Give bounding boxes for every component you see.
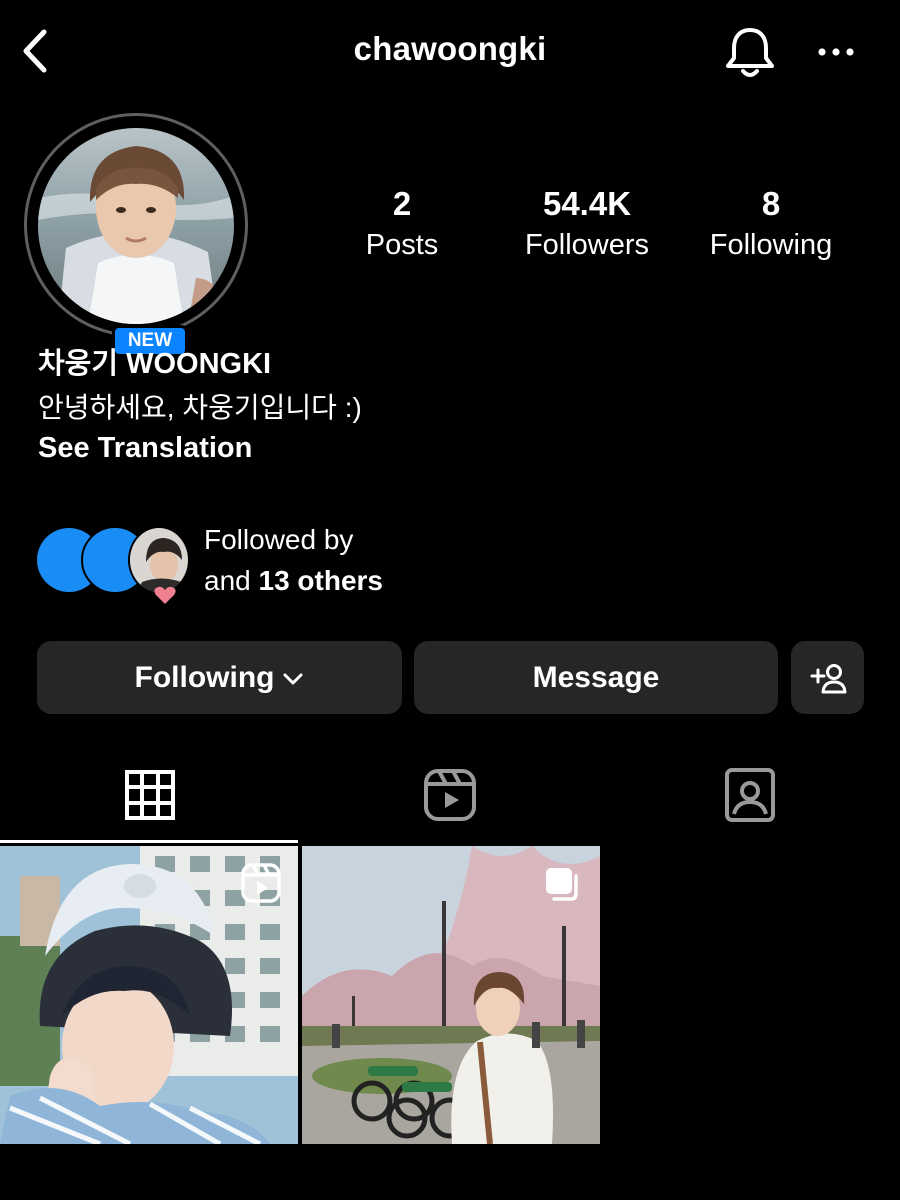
following-stat[interactable]: 8 Following: [686, 183, 856, 265]
tab-tagged[interactable]: [717, 762, 783, 828]
following-button[interactable]: Following: [37, 641, 402, 714]
followers-stat[interactable]: 54.4K Followers: [496, 183, 678, 265]
posts-label: Posts: [365, 229, 439, 261]
grid-icon: [125, 770, 175, 820]
message-button-label: Message: [532, 660, 660, 694]
tab-reels[interactable]: [417, 762, 483, 828]
bio-text: 안녕하세요, 차웅기입니다 :): [38, 392, 362, 423]
profile-avatar[interactable]: [38, 128, 234, 324]
followed-by-prefix: and: [204, 565, 259, 596]
reels-icon: [240, 862, 282, 904]
more-options-button[interactable]: [812, 30, 862, 74]
posts-count: 2: [392, 185, 412, 222]
followed-by-count: 13 others: [258, 565, 384, 596]
display-name: 차웅기 WOONGKI: [38, 348, 272, 380]
tagged-icon: [725, 768, 775, 822]
ellipsis-icon: [818, 48, 854, 56]
bell-icon: [726, 28, 774, 77]
post-thumbnail[interactable]: [302, 846, 600, 1144]
message-button[interactable]: Message: [414, 641, 778, 714]
followed-by-others[interactable]: and 13 others: [204, 561, 383, 601]
reels-icon: [424, 769, 476, 821]
posts-stat[interactable]: 2 Posts: [317, 183, 487, 265]
add-user-button[interactable]: [791, 641, 864, 714]
following-label: Following: [709, 229, 833, 261]
notification-bell-button[interactable]: [722, 24, 778, 80]
followers-count: 54.4K: [542, 185, 632, 222]
chevron-down-icon: [283, 673, 303, 684]
add-user-icon: [810, 663, 846, 693]
following-button-label: Following: [134, 660, 275, 694]
see-translation-link[interactable]: See Translation: [38, 428, 252, 468]
followers-label: Followers: [524, 229, 650, 261]
tab-posts-grid[interactable]: [117, 762, 183, 828]
post-thumbnail[interactable]: [0, 846, 298, 1144]
heart-icon: [153, 584, 177, 606]
carousel-icon: [542, 864, 582, 904]
active-tab-indicator: [0, 840, 298, 843]
following-count: 8: [761, 185, 781, 222]
followed-by-text[interactable]: Followed by: [204, 520, 353, 560]
